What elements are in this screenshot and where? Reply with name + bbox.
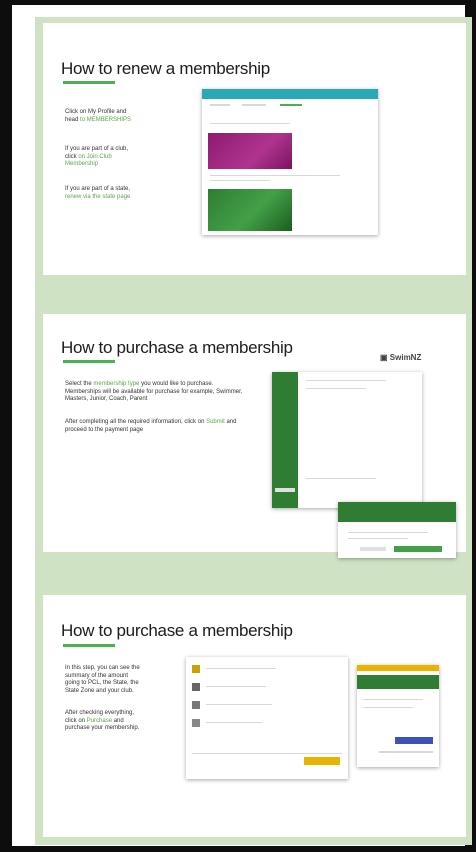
step-text-link[interactable]: Submit xyxy=(206,419,225,425)
tab-placeholder xyxy=(242,104,266,106)
checkout-screenshot xyxy=(357,665,439,767)
row-placeholder xyxy=(306,380,386,381)
submit-button[interactable] xyxy=(394,546,442,552)
zone-icon xyxy=(192,701,200,709)
row-placeholder xyxy=(210,175,340,176)
membership-form-screenshot xyxy=(272,372,422,508)
pay-button[interactable] xyxy=(395,737,433,744)
profile-screenshot xyxy=(202,89,378,235)
step-text-main: After completing all the required inform… xyxy=(65,419,205,425)
row-placeholder xyxy=(210,180,270,181)
checkout-header xyxy=(357,665,439,671)
step-text: If you are part of a state, renew via th… xyxy=(65,186,135,201)
step-text: After completing all the required inform… xyxy=(65,419,245,434)
section-title: How to purchase a membership xyxy=(61,338,293,357)
renew-section: How to renew a membership Click on My Pr… xyxy=(43,23,466,275)
row-placeholder xyxy=(306,388,366,389)
section-title: How to renew a membership xyxy=(61,59,270,78)
row-placeholder xyxy=(206,704,272,705)
pcl-icon xyxy=(192,665,200,673)
step-text: Click on My Profile and head to MEMBERSH… xyxy=(65,109,133,124)
purchase-section-2: How to purchase a membership In this ste… xyxy=(43,595,466,837)
title-underline xyxy=(63,360,115,363)
step-text-main: If you are part of a state, xyxy=(65,186,131,192)
purchase-button[interactable] xyxy=(304,757,340,765)
checkout-summary-bar xyxy=(357,675,439,689)
step-text: If you are part of a club, click on Join… xyxy=(65,146,137,169)
state-membership-card[interactable] xyxy=(208,189,292,231)
step-text-main: Select the xyxy=(65,381,92,387)
step-text-main: In this step, you can see the summary of… xyxy=(65,665,140,694)
row-placeholder xyxy=(363,699,423,700)
summary-screenshot xyxy=(186,657,348,779)
state-icon xyxy=(192,683,200,691)
row-placeholder xyxy=(348,532,428,533)
row-placeholder xyxy=(306,478,376,479)
title-underline xyxy=(63,81,115,84)
app-header-bar xyxy=(202,89,378,99)
step-text: Select the membership type you would lik… xyxy=(65,381,245,404)
form-button[interactable] xyxy=(275,488,295,492)
payment-dialog-screenshot xyxy=(338,502,456,558)
club-icon xyxy=(192,719,200,727)
tab-placeholder xyxy=(210,104,230,106)
row-placeholder xyxy=(206,686,266,687)
section-title: How to purchase a membership xyxy=(61,621,293,640)
row-placeholder xyxy=(206,722,262,723)
row-placeholder xyxy=(206,668,276,669)
row-placeholder xyxy=(379,751,433,753)
row-placeholder xyxy=(210,123,290,124)
tab-placeholder-active xyxy=(280,104,302,106)
row-placeholder xyxy=(192,753,342,754)
row-placeholder xyxy=(363,707,413,708)
cancel-button[interactable] xyxy=(360,547,386,551)
step-text-link[interactable]: to MEMBERSHIPS xyxy=(80,117,131,123)
row-placeholder xyxy=(348,538,408,539)
page-background: How to renew a membership Click on My Pr… xyxy=(35,17,472,845)
title-underline xyxy=(63,644,115,647)
step-text-tail: you would like to purchase. Memberships … xyxy=(65,381,243,402)
document-frame: How to renew a membership Click on My Pr… xyxy=(0,0,476,852)
brand-logo: ▣ SwimNZ xyxy=(380,353,422,362)
step-text: In this step, you can see the summary of… xyxy=(65,665,141,695)
step-text-link[interactable]: Purchase xyxy=(87,718,112,724)
purchase-section-1: How to purchase a membership ▣ SwimNZ Se… xyxy=(43,314,466,558)
club-membership-card[interactable] xyxy=(208,133,292,169)
step-text: After checking everything, click on Purc… xyxy=(65,710,143,733)
step-text-tail: renew via the state page xyxy=(65,193,131,200)
dialog-header xyxy=(338,502,456,522)
step-text-link[interactable]: membership type xyxy=(93,381,139,387)
